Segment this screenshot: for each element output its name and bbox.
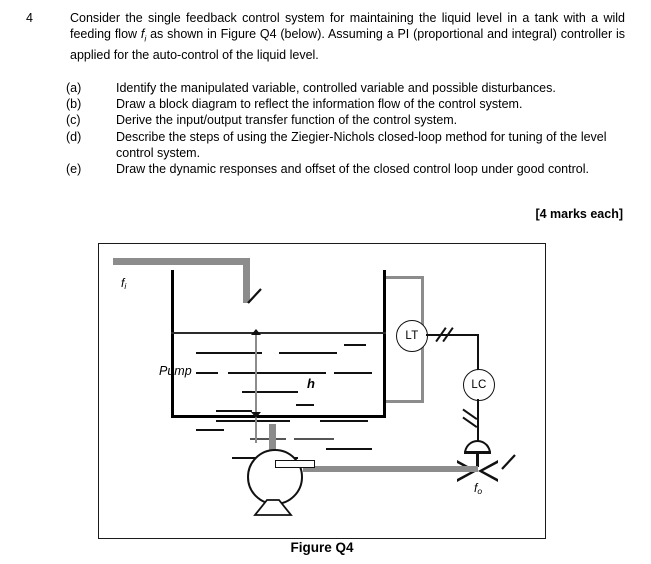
tank-wall-left [171,270,174,418]
signal-line-transmitter-to-controller [426,334,478,336]
liquid-dash-11 [196,429,224,431]
liquid-dash-7 [296,404,314,406]
pump-label: Pump [159,364,192,378]
height-arrow-up-icon [251,329,261,335]
question-part-c: (c) Derive the input/output transfer fun… [66,112,626,128]
question-intro: Consider the single feedback control sys… [70,10,625,63]
level-controller-label: LC [471,379,487,391]
height-arrow-down-icon [251,412,261,418]
question-parts-list: (a) Identify the manipulated variable, c… [66,80,626,177]
part-label-e: (e) [66,162,82,177]
liquid-dash-13 [294,438,334,440]
question-part-e: (e) Draw the dynamic responses and offse… [66,161,626,177]
part-text-b: Draw a block diagram to reflect the info… [116,97,523,112]
signal-line-vertical-to-controller [477,334,479,370]
liquid-dash-4 [228,372,326,374]
liquid-dash-5 [334,372,372,374]
tank-bottom [171,415,386,418]
tank-wall-right [383,270,386,418]
liquid-dash-1 [279,352,337,354]
height-label: h [307,376,315,391]
discharge-pipe [303,466,478,472]
level-tap-upper-line [386,276,424,279]
valve-actuator-diaphragm [464,440,491,454]
liquid-dash-10 [320,420,368,422]
liquid-dash-0 [196,352,262,354]
pump-base [253,499,293,516]
signal-line-controller-to-valve [477,399,479,441]
liquid-dash-9 [216,420,290,422]
inlet-flow-label: fi [121,276,127,291]
figure-caption: Figure Q4 [290,540,354,555]
liquid-dash-8 [216,410,252,412]
part-text-e: Draw the dynamic responses and offset of… [116,162,589,177]
pump-body [247,449,303,505]
pump-discharge-nozzle [275,460,315,468]
liquid-dash-14 [326,448,372,450]
liquid-surface-line [171,332,386,334]
question-part-d: (d) Describe the steps of using the Zieg… [66,129,626,161]
outlet-flow-arrow-icon [501,454,517,470]
liquid-dash-2 [344,344,366,346]
inlet-flow-arrow-icon [247,288,263,304]
part-text-a: Identify the manipulated variable, contr… [116,81,556,95]
part-label-a: (a) [66,81,82,95]
inlet-pipe-horizontal [113,258,250,265]
part-text-c: Derive the input/output transfer functio… [116,113,458,128]
liquid-dash-6 [242,391,298,393]
question-number: 4 [26,11,33,25]
question-part-a: (a) Identify the manipulated variable, c… [66,80,626,96]
level-transmitter-bubble[interactable]: LT [396,320,428,352]
figure-q4-diagram: fi h LT LC fo Pump [98,243,546,539]
height-dimension-line [255,333,257,443]
part-text-d: Describe the steps of using the Ziegier-… [116,129,607,160]
liquid-dash-3 [196,372,218,374]
part-label-d: (d) [66,129,82,144]
outlet-flow-label: fo [474,481,483,496]
intro-text-post: as shown in Figure Q4 (below). Assuming … [70,27,625,62]
valve-body-right-inner [483,463,498,479]
level-controller-bubble[interactable]: LC [463,369,495,401]
marks-allocation: [4 marks each] [535,207,623,221]
part-label-c: (c) [66,113,81,128]
level-transmitter-label: LT [405,330,419,342]
level-tap-lower-line [386,400,424,403]
part-label-b: (b) [66,97,82,112]
question-part-b: (b) Draw a block diagram to reflect the … [66,96,626,112]
